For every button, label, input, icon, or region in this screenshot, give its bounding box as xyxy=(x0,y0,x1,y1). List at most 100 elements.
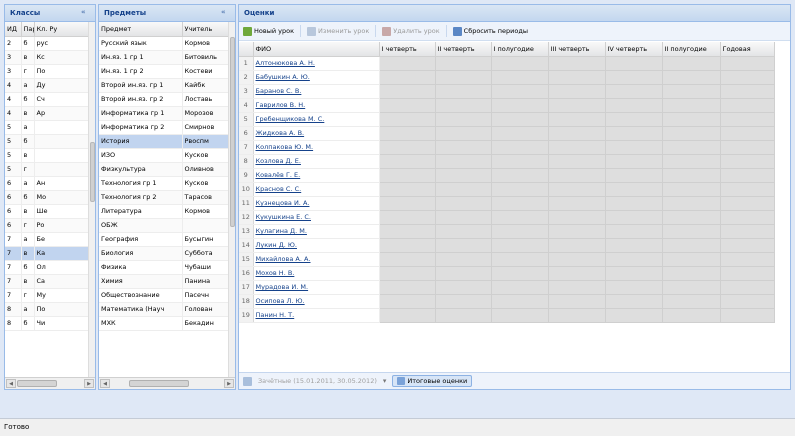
table-row[interactable]: Физкультура Оливнов xyxy=(99,162,231,177)
grade-cell[interactable] xyxy=(491,238,549,253)
reset-periods-button[interactable]: Сбросить периоды xyxy=(452,26,528,36)
grade-cell[interactable] xyxy=(662,196,721,211)
table-row[interactable]: Информатика гр 1 Морозов xyxy=(99,106,231,121)
grade-cell[interactable] xyxy=(491,252,549,267)
table-row[interactable]: 7 б Ол xyxy=(5,260,91,275)
grade-cell[interactable] xyxy=(435,294,492,309)
subjects-vertical-scrollbar[interactable] xyxy=(228,22,235,377)
grade-cell[interactable] xyxy=(605,84,663,99)
delete-grade-button[interactable]: Удалить урок xyxy=(382,26,440,36)
grade-cell[interactable] xyxy=(605,280,663,295)
grade-cell[interactable] xyxy=(548,266,606,281)
table-row[interactable]: 5а xyxy=(5,120,91,135)
table-row[interactable]: Химия Панина xyxy=(99,274,231,289)
grade-cell[interactable] xyxy=(548,182,606,197)
student-name-link[interactable]: Мурадова И. М. xyxy=(253,280,380,295)
grade-cell[interactable] xyxy=(605,154,663,169)
table-row[interactable]: 4 б Сч xyxy=(5,92,91,107)
student-name-link[interactable]: Ковалёв Г. Е. xyxy=(253,168,380,183)
grade-cell[interactable] xyxy=(720,308,775,323)
grade-cell[interactable] xyxy=(548,56,606,71)
table-row[interactable]: 15 Михайлова А. А. xyxy=(239,252,775,267)
grade-cell[interactable] xyxy=(662,154,721,169)
grade-cell[interactable] xyxy=(435,266,492,281)
grade-cell[interactable] xyxy=(662,252,721,267)
grade-cell[interactable] xyxy=(379,210,436,225)
grade-cell[interactable] xyxy=(491,126,549,141)
table-row[interactable]: ОБЖ xyxy=(99,218,231,233)
grade-cell[interactable] xyxy=(605,294,663,309)
grade-cell[interactable] xyxy=(548,196,606,211)
grade-cell[interactable] xyxy=(379,98,436,113)
student-name-link[interactable]: Михайлова А. А. xyxy=(253,252,380,267)
grade-cell[interactable] xyxy=(662,280,721,295)
grade-cell[interactable] xyxy=(491,294,549,309)
table-row[interactable]: 4 в Ар xyxy=(5,106,91,121)
scroll-right-icon[interactable]: ▶ xyxy=(224,379,234,388)
grade-cell[interactable] xyxy=(548,168,606,183)
table-row[interactable]: 12 Кукушкина Е. С. xyxy=(239,210,775,225)
grade-cell[interactable] xyxy=(605,238,663,253)
grade-cell[interactable] xyxy=(491,266,549,281)
grade-cell[interactable] xyxy=(435,224,492,239)
table-row[interactable]: 3 г По xyxy=(5,64,91,79)
grade-cell[interactable] xyxy=(435,84,492,99)
column-header-h2[interactable]: II полугодие xyxy=(662,42,721,57)
table-row[interactable]: 5г xyxy=(5,162,91,177)
grade-cell[interactable] xyxy=(435,308,492,323)
grade-cell[interactable] xyxy=(662,126,721,141)
table-row[interactable]: Математика (Науч Голован xyxy=(99,302,231,317)
grade-cell[interactable] xyxy=(379,224,436,239)
grade-cell[interactable] xyxy=(435,98,492,113)
grade-cell[interactable] xyxy=(435,182,492,197)
grade-cell[interactable] xyxy=(379,168,436,183)
column-header-teacher[interactable]: Кл. Ру xyxy=(34,22,91,37)
grade-cell[interactable] xyxy=(605,112,663,127)
student-name-link[interactable]: Мохов Н. В. xyxy=(253,266,380,281)
grade-cell[interactable] xyxy=(379,266,436,281)
grade-cell[interactable] xyxy=(548,210,606,225)
grade-cell[interactable] xyxy=(379,294,436,309)
grade-cell[interactable] xyxy=(379,280,436,295)
grade-cell[interactable] xyxy=(720,126,775,141)
grade-cell[interactable] xyxy=(379,56,436,71)
table-row[interactable]: 4 а Ду xyxy=(5,78,91,93)
student-name-link[interactable]: Лукин Д. Ю. xyxy=(253,238,380,253)
column-header-name[interactable]: ФИО xyxy=(253,42,380,57)
grade-cell[interactable] xyxy=(548,252,606,267)
grade-cell[interactable] xyxy=(605,182,663,197)
table-row[interactable]: История Рвоспм xyxy=(99,134,231,149)
scroll-left-icon[interactable]: ◀ xyxy=(6,379,16,388)
grade-cell[interactable] xyxy=(548,224,606,239)
grade-cell[interactable] xyxy=(720,182,775,197)
table-row[interactable]: ИЗО Кусков xyxy=(99,148,231,163)
table-row[interactable]: Физика Чубаши xyxy=(99,260,231,275)
collapse-icon[interactable]: « xyxy=(81,8,90,17)
grade-cell[interactable] xyxy=(491,196,549,211)
grade-cell[interactable] xyxy=(491,280,549,295)
grade-cell[interactable] xyxy=(605,70,663,85)
grade-cell[interactable] xyxy=(662,308,721,323)
grade-cell[interactable] xyxy=(435,196,492,211)
grade-cell[interactable] xyxy=(720,112,775,127)
table-row[interactable]: 7 г Му xyxy=(5,288,91,303)
student-name-link[interactable]: Козлова Д. Е. xyxy=(253,154,380,169)
student-name-link[interactable]: Краснов С. С. xyxy=(253,182,380,197)
column-header-q4[interactable]: IV четверть xyxy=(605,42,663,57)
grade-cell[interactable] xyxy=(435,140,492,155)
scrollbar-thumb[interactable] xyxy=(17,380,57,387)
grade-cell[interactable] xyxy=(548,294,606,309)
grade-cell[interactable] xyxy=(548,112,606,127)
grade-cell[interactable] xyxy=(720,224,775,239)
table-row[interactable]: Русский язык Кормов xyxy=(99,36,231,51)
grade-cell[interactable] xyxy=(720,252,775,267)
grade-cell[interactable] xyxy=(379,308,436,323)
grade-cell[interactable] xyxy=(435,56,492,71)
table-row[interactable]: Второй ин.яз. гр 2 Лоставь xyxy=(99,92,231,107)
grade-cell[interactable] xyxy=(435,112,492,127)
grade-cell[interactable] xyxy=(435,238,492,253)
grade-cell[interactable] xyxy=(548,154,606,169)
classes-horizontal-scrollbar[interactable]: ◀ ▶ xyxy=(5,377,95,389)
column-header-q1[interactable]: I четверть xyxy=(379,42,436,57)
grade-cell[interactable] xyxy=(491,168,549,183)
